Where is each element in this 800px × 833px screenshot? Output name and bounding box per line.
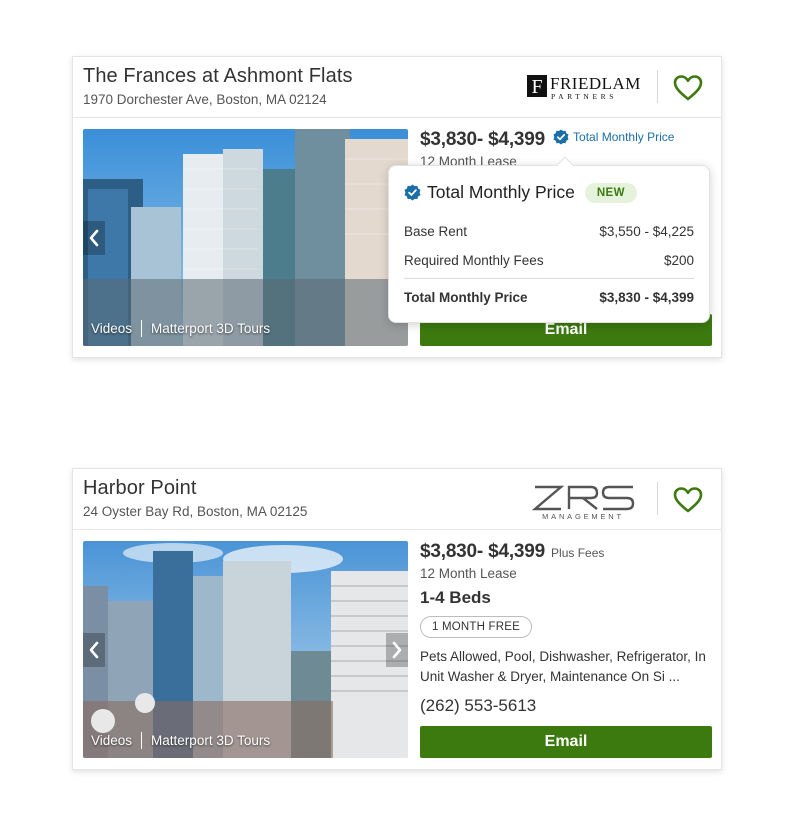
base-rent-row: Base Rent $3,550 - $4,225 [404, 224, 694, 239]
row-label: Base Rent [404, 224, 468, 239]
matterport-link[interactable]: Matterport 3D Tours [151, 733, 270, 748]
total-monthly-price-popover: Total Monthly Price NEW Base Rent $3,550… [388, 156, 710, 323]
property-name[interactable]: Harbor Point [83, 477, 196, 500]
popover-divider [404, 278, 694, 279]
listing-header: Harbor Point 24 Oyster Bay Rd, Boston, M… [73, 469, 721, 530]
zrs-logo: MANAGEMENT [521, 481, 643, 521]
header-divider [657, 70, 658, 103]
property-address: 1970 Dorchester Ave, Boston, MA 02124 [83, 92, 327, 107]
verified-badge-icon [553, 129, 569, 145]
total-monthly-price-link[interactable]: Total Monthly Price [553, 129, 674, 145]
row-value: $200 [663, 253, 694, 268]
lease-term: 12 Month Lease [420, 566, 517, 581]
heart-outline-icon [673, 487, 703, 513]
popover-title-text: Total Monthly Price [427, 182, 575, 202]
property-name[interactable]: The Frances at Ashmont Flats [83, 65, 353, 88]
friedlam-logo: F FRIEDLAM PARTNERS [521, 69, 643, 105]
media-links: Videos Matterport 3D Tours [91, 732, 270, 749]
listing-info: $3,830- $4,399 Plus Fees 12 Month Lease … [420, 541, 712, 716]
prev-photo-button[interactable] [83, 221, 105, 255]
price-range: $3,830- $4,399 [420, 541, 546, 562]
favorite-button[interactable] [671, 71, 705, 105]
property-photo[interactable]: Videos Matterport 3D Tours [83, 541, 408, 758]
new-badge: NEW [584, 182, 637, 203]
svg-text:FRIEDLAM: FRIEDLAM [550, 74, 641, 93]
header-divider [657, 482, 658, 515]
price-note[interactable]: Total Monthly Price [573, 130, 674, 144]
popover-title: Total Monthly Price NEW [404, 182, 637, 203]
phone-number[interactable]: (262) 553-5613 [420, 696, 712, 716]
bed-count: 1-4 Beds [420, 588, 491, 607]
next-photo-button[interactable] [386, 633, 408, 667]
heart-outline-icon [673, 75, 703, 101]
special-offer-badge: 1 MONTH FREE [420, 616, 533, 638]
total-row: Total Monthly Price $3,830 - $4,399 [404, 290, 694, 305]
property-photo[interactable]: Videos Matterport 3D Tours [83, 129, 408, 346]
svg-text:MANAGEMENT: MANAGEMENT [542, 512, 624, 521]
matterport-link[interactable]: Matterport 3D Tours [151, 321, 270, 336]
property-address: 24 Oyster Bay Rd, Boston, MA 02125 [83, 504, 308, 519]
svg-text:PARTNERS: PARTNERS [551, 92, 617, 101]
favorite-button[interactable] [671, 483, 705, 517]
row-label: Total Monthly Price [404, 290, 528, 305]
prev-photo-button[interactable] [83, 633, 105, 667]
price-note: Plus Fees [551, 546, 605, 560]
row-value: $3,550 - $4,225 [599, 224, 694, 239]
row-value: $3,830 - $4,399 [599, 290, 694, 305]
svg-text:F: F [531, 76, 542, 98]
videos-link[interactable]: Videos [91, 321, 132, 336]
row-label: Required Monthly Fees [404, 253, 544, 268]
videos-link[interactable]: Videos [91, 733, 132, 748]
media-links: Videos Matterport 3D Tours [91, 320, 270, 337]
listing-header: The Frances at Ashmont Flats 1970 Dorche… [73, 57, 721, 118]
amenities-list: Pets Allowed, Pool, Dishwasher, Refriger… [420, 649, 706, 684]
price-range: $3,830- $4,399 [420, 129, 546, 150]
fees-row: Required Monthly Fees $200 [404, 253, 694, 268]
media-separator [141, 732, 143, 749]
email-button[interactable]: Email [420, 726, 712, 758]
listing-card[interactable]: Harbor Point 24 Oyster Bay Rd, Boston, M… [72, 468, 722, 770]
media-separator [141, 320, 143, 337]
verified-badge-icon [404, 184, 421, 201]
chevron-left-icon [89, 229, 99, 247]
chevron-right-icon [392, 641, 402, 659]
chevron-left-icon [89, 641, 99, 659]
